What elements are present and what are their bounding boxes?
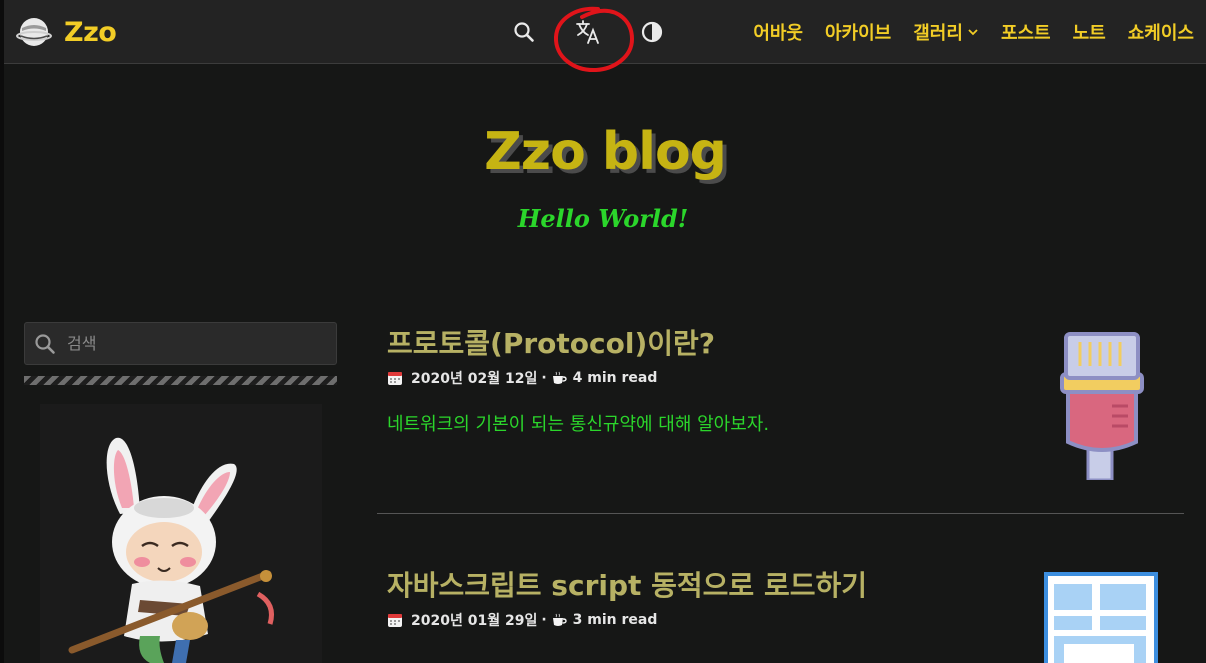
post-meta: 2020년 01월 29일 · 3 min read xyxy=(387,610,1027,630)
nav-link-gallery[interactable]: 갤러리 xyxy=(913,19,979,45)
post-meta: 2020년 02월 12일 · 4 min read xyxy=(387,368,1027,388)
bunny-character-image xyxy=(68,437,274,663)
nav-link-notes[interactable]: 노트 xyxy=(1073,19,1106,45)
search-icon[interactable] xyxy=(512,20,536,44)
site-title: Zzo blog xyxy=(484,122,727,182)
chevron-down-icon xyxy=(968,29,978,36)
nav-link-about[interactable]: 어바웃 xyxy=(753,19,803,45)
layout-window-icon xyxy=(1044,572,1158,663)
post-date: 2020년 02월 12일 xyxy=(411,371,538,387)
meta-separator: · xyxy=(541,612,547,628)
brand-name[interactable]: Zzo xyxy=(64,17,117,48)
post-item: 프로토콜(Protocol)이란? 2020년 02월 12일 · 4 min … xyxy=(387,322,1027,436)
avatar xyxy=(40,404,322,663)
theme-toggle-icon[interactable] xyxy=(640,20,664,44)
brand[interactable]: Zzo xyxy=(16,14,117,50)
post-title[interactable]: 자바스크립트 script 동적으로 로드하기 xyxy=(387,564,1027,604)
search-icon xyxy=(35,333,55,354)
post-divider xyxy=(377,513,1184,514)
post-title[interactable]: 프로토콜(Protocol)이란? xyxy=(387,322,1027,362)
calendar-icon xyxy=(388,614,402,627)
read-time: 3 min read xyxy=(572,612,658,628)
meta-separator: · xyxy=(541,370,547,386)
sidebar-search[interactable] xyxy=(24,322,337,365)
search-input[interactable] xyxy=(67,334,317,353)
striped-divider xyxy=(24,376,337,385)
read-time: 4 min read xyxy=(572,370,658,386)
brand-logo-icon xyxy=(16,18,52,46)
calendar-icon xyxy=(388,372,402,385)
nav-links: 어바웃 아카이브 갤러리 포스트 노트 쇼케이스 xyxy=(731,0,1194,64)
nav-link-posts[interactable]: 포스트 xyxy=(1001,19,1051,45)
top-navbar: Zzo 어바웃 아카이브 갤러리 포스트 노트 쇼케이스 xyxy=(4,0,1206,73)
site-subtitle: Hello World! xyxy=(517,204,689,233)
ethernet-cable-icon xyxy=(1060,332,1144,480)
post-summary: 네트워크의 기본이 되는 통신규약에 대해 알아보자. xyxy=(387,414,770,435)
nav-link-showcase[interactable]: 쇼케이스 xyxy=(1128,19,1194,45)
translate-icon[interactable] xyxy=(574,18,602,46)
post-date: 2020년 01월 29일 xyxy=(411,613,538,629)
page-edge xyxy=(0,0,4,663)
coffee-icon xyxy=(552,371,567,384)
nav-link-archive[interactable]: 아카이브 xyxy=(825,19,891,45)
post-item: 자바스크립트 script 동적으로 로드하기 2020년 01월 29일 · … xyxy=(387,564,1027,630)
coffee-icon xyxy=(552,613,567,626)
